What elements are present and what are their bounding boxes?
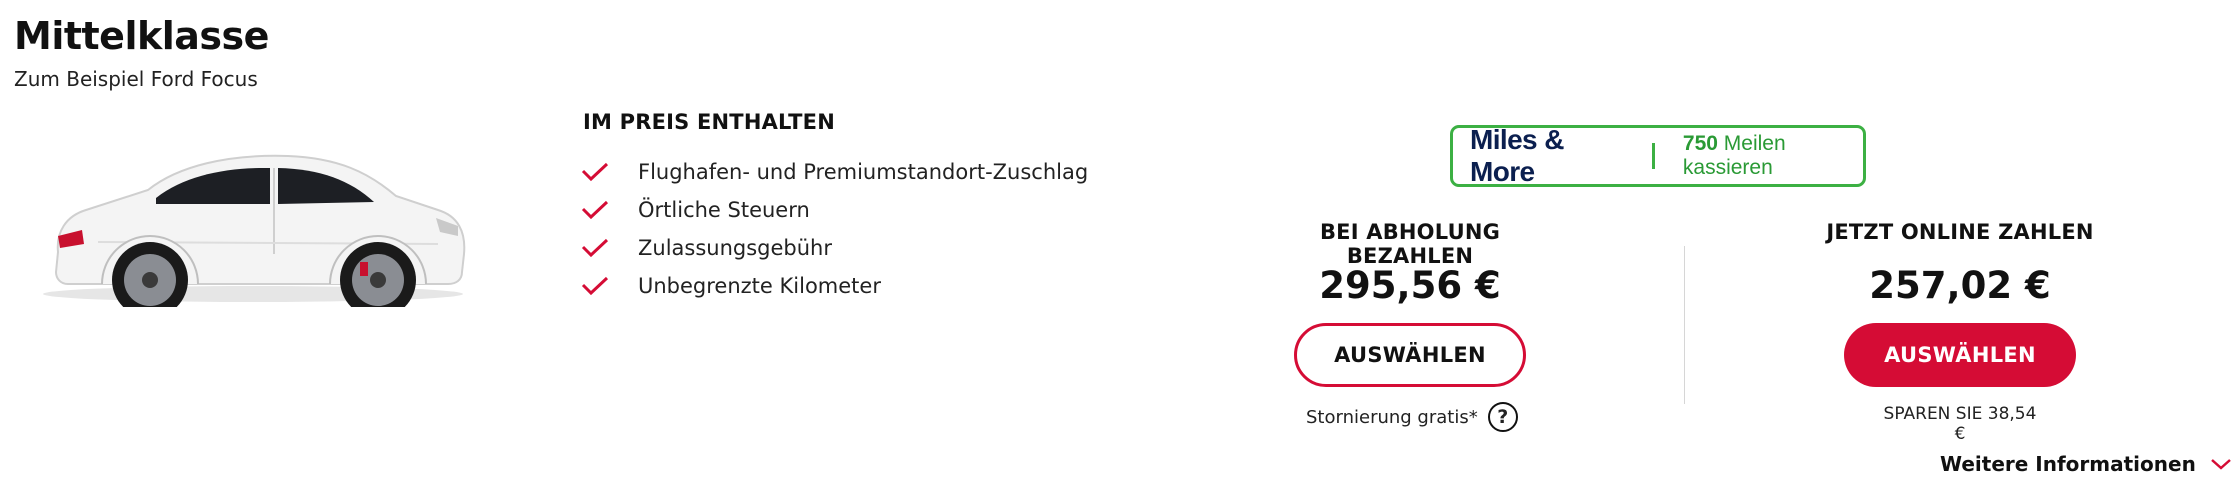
included-item-label: Flughafen- und Premiumstandort-Zuschlag bbox=[638, 160, 1089, 184]
included-heading: IM PREIS ENTHALTEN bbox=[583, 110, 836, 134]
cancellation-info: Stornierung gratis* ? bbox=[1306, 402, 1518, 432]
checkmark-icon bbox=[581, 200, 609, 220]
included-item: Zulassungsgebühr bbox=[580, 229, 1088, 267]
included-item-label: Zulassungsgebühr bbox=[638, 236, 833, 260]
savings-text: SPAREN SIE 38,54 € bbox=[1883, 404, 2037, 444]
checkmark-icon bbox=[581, 276, 609, 296]
column-divider bbox=[1684, 246, 1685, 404]
help-icon[interactable]: ? bbox=[1487, 402, 1518, 432]
checkmark-icon bbox=[581, 238, 609, 258]
pay-online-heading: JETZT ONLINE ZAHLEN bbox=[1826, 220, 2094, 244]
pay-online-price: 257,02 € bbox=[1869, 264, 2051, 307]
miles-more-separator bbox=[1652, 143, 1655, 169]
cancellation-text: Stornierung gratis* bbox=[1306, 406, 1478, 428]
vehicle-class-title: Mittelklasse bbox=[14, 14, 269, 58]
included-item: Unbegrenzte Kilometer bbox=[580, 267, 1088, 305]
select-pay-at-pickup-button[interactable]: AUSWÄHLEN bbox=[1294, 323, 1526, 387]
more-info-label: Weitere Informationen bbox=[1940, 452, 2196, 476]
miles-value: 750 bbox=[1682, 132, 1718, 155]
vehicle-example: Zum Beispiel Ford Focus bbox=[14, 67, 258, 91]
car-image bbox=[43, 154, 466, 307]
chevron-down-icon bbox=[2210, 459, 2231, 470]
select-pay-online-button[interactable]: AUSWÄHLEN bbox=[1844, 323, 2076, 387]
included-item: Flughafen- und Premiumstandort-Zuschlag bbox=[580, 153, 1088, 191]
miles-more-badge: Miles & More 750 Meilen kassieren bbox=[1450, 124, 1866, 187]
included-item-label: Örtliche Steuern bbox=[638, 198, 810, 222]
included-list: Flughafen- und Premiumstandort-Zuschlag … bbox=[580, 153, 1088, 305]
included-item: Örtliche Steuern bbox=[580, 191, 1088, 229]
more-info-link[interactable]: Weitere Informationen bbox=[1940, 452, 2232, 476]
checkmark-icon bbox=[581, 162, 609, 182]
included-item-label: Unbegrenzte Kilometer bbox=[638, 274, 881, 298]
miles-more-offer: 750 Meilen kassieren bbox=[1683, 132, 1863, 180]
pay-at-pickup-heading: BEI ABHOLUNG BEZAHLEN bbox=[1319, 220, 1501, 268]
pay-at-pickup-price: 295,56 € bbox=[1319, 264, 1501, 307]
miles-more-logo: Miles & More bbox=[1470, 124, 1564, 187]
